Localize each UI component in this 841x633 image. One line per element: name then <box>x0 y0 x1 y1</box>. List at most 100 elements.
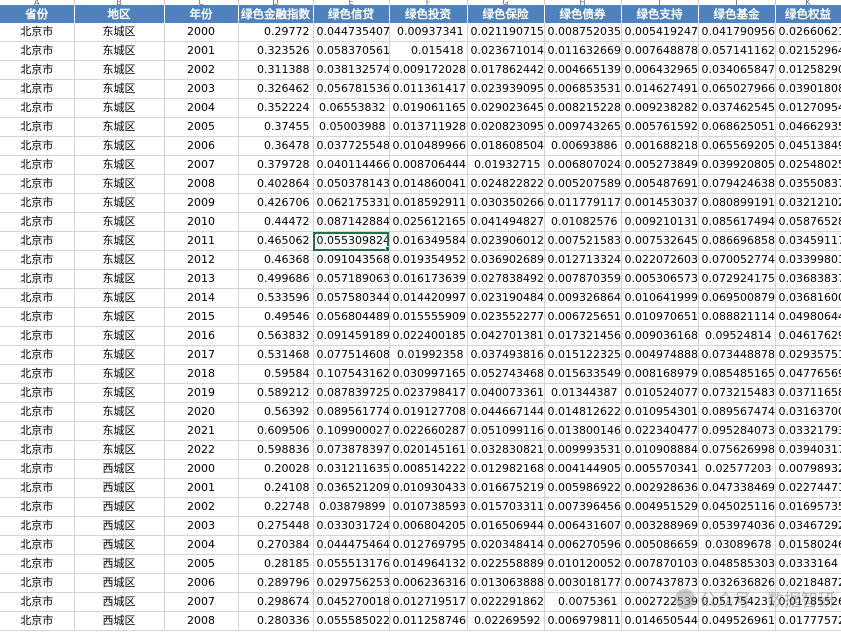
table-cell[interactable]: 0.280336 <box>238 611 314 631</box>
table-cell[interactable]: 0.426706 <box>238 193 314 213</box>
column-header[interactable]: 绿色债券 <box>544 5 622 23</box>
table-cell[interactable]: 2013 <box>164 269 239 289</box>
table-cell[interactable]: 0.04662935 <box>775 117 841 137</box>
table-cell[interactable]: 0.019354952 <box>389 250 468 270</box>
table-cell[interactable]: 0.012709543 <box>775 98 841 118</box>
table-cell[interactable]: 0.007989329 <box>775 459 841 479</box>
table-cell[interactable]: 0.035508373 <box>775 174 841 194</box>
table-cell[interactable]: 0.006270596 <box>544 535 622 555</box>
table-cell[interactable]: 2003 <box>164 79 239 99</box>
table-cell[interactable]: 北京市 <box>0 288 75 308</box>
table-cell[interactable]: 0.041494827 <box>467 212 545 232</box>
table-cell[interactable]: 0.010738593 <box>389 497 468 517</box>
table-cell[interactable]: 0.015122325 <box>544 345 622 365</box>
table-cell[interactable]: 0.005419247 <box>621 23 699 42</box>
table-cell[interactable]: 0.087839725 <box>313 383 390 403</box>
table-cell[interactable]: 0.03901808 <box>775 79 841 99</box>
table-cell[interactable]: 0.085485165 <box>698 364 776 384</box>
table-cell[interactable]: 0.019127708 <box>389 402 468 422</box>
table-cell[interactable]: 0.091459189 <box>313 326 390 346</box>
table-cell[interactable]: 东城区 <box>74 136 165 156</box>
table-cell[interactable]: 0.029357516 <box>775 345 841 365</box>
table-cell[interactable]: 东城区 <box>74 326 165 346</box>
table-cell[interactable]: 北京市 <box>0 535 75 555</box>
table-cell[interactable]: 0.021190715 <box>467 23 545 42</box>
table-cell[interactable]: 0.022400185 <box>389 326 468 346</box>
table-cell[interactable]: 0.016349584 <box>389 231 468 251</box>
table-cell[interactable]: 0.006432965 <box>621 60 699 80</box>
column-header[interactable]: 绿色投资 <box>389 5 468 23</box>
table-cell[interactable]: 0.056781536 <box>313 79 390 99</box>
table-cell[interactable]: 2002 <box>164 60 239 80</box>
table-cell[interactable]: 0.05876528 <box>775 212 841 232</box>
table-cell[interactable]: 0.015555909 <box>389 307 468 327</box>
table-cell[interactable]: 北京市 <box>0 516 75 536</box>
table-cell[interactable]: 0.02269592 <box>467 611 545 631</box>
table-cell[interactable]: 0.015703311 <box>467 497 545 517</box>
table-cell[interactable]: 0.050378143 <box>313 174 390 194</box>
table-cell[interactable]: 0.057580344 <box>313 288 390 308</box>
table-cell[interactable]: 东城区 <box>74 41 165 61</box>
table-cell[interactable]: 0.499686 <box>238 269 314 289</box>
table-cell[interactable]: 2006 <box>164 136 239 156</box>
table-cell[interactable]: 北京市 <box>0 41 75 61</box>
table-cell[interactable]: 0.007532645 <box>621 231 699 251</box>
table-cell[interactable]: 0.107543162 <box>313 364 390 384</box>
table-cell[interactable]: 0.023552277 <box>467 307 545 327</box>
table-cell[interactable]: 0.29772 <box>238 23 314 42</box>
table-cell[interactable]: 北京市 <box>0 402 75 422</box>
table-cell[interactable]: 0.001688218 <box>621 136 699 156</box>
table-cell[interactable]: 0.005761592 <box>621 117 699 137</box>
table-cell[interactable]: 0.033998012 <box>775 250 841 270</box>
table-cell[interactable]: 0.009993531 <box>544 440 622 460</box>
table-cell[interactable]: 0.352224 <box>238 98 314 118</box>
table-cell[interactable]: 0.013800146 <box>544 421 622 441</box>
table-cell[interactable]: 0.01992358 <box>389 345 468 365</box>
table-cell[interactable]: 0.009238282 <box>621 98 699 118</box>
table-cell[interactable]: 0.003288969 <box>621 516 699 536</box>
table-cell[interactable]: 0.563832 <box>238 326 314 346</box>
column-header[interactable]: 绿色支持 <box>621 5 699 23</box>
table-cell[interactable]: 2010 <box>164 212 239 232</box>
table-cell[interactable]: 2022 <box>164 440 239 460</box>
table-cell[interactable]: 0.002928636 <box>621 478 699 498</box>
table-cell[interactable]: 0.014627491 <box>621 79 699 99</box>
table-cell[interactable]: 2018 <box>164 364 239 384</box>
table-cell[interactable]: 0.28185 <box>238 554 314 574</box>
table-cell[interactable]: 0.080899191 <box>698 193 776 213</box>
table-cell[interactable]: 北京市 <box>0 98 75 118</box>
table-cell[interactable]: 0.016506944 <box>467 516 545 536</box>
table-cell[interactable]: 0.079424638 <box>698 174 776 194</box>
table-cell[interactable]: 0.037493816 <box>467 345 545 365</box>
table-cell[interactable]: 0.007870103 <box>621 554 699 574</box>
table-cell[interactable]: 2001 <box>164 478 239 498</box>
table-cell[interactable]: 北京市 <box>0 592 75 612</box>
table-cell[interactable]: 0.013063888 <box>467 573 545 593</box>
table-cell[interactable]: 北京市 <box>0 497 75 517</box>
table-cell[interactable]: 西城区 <box>74 459 165 479</box>
table-cell[interactable]: 0.021529647 <box>775 41 841 61</box>
table-cell[interactable]: 0.56392 <box>238 402 314 422</box>
table-cell[interactable]: 北京市 <box>0 307 75 327</box>
table-cell[interactable]: 0.015418 <box>389 41 468 61</box>
table-cell[interactable]: 0.058370561 <box>313 41 390 61</box>
table-cell[interactable]: 0.017321456 <box>544 326 622 346</box>
table-cell[interactable]: 0.379728 <box>238 155 314 175</box>
column-header[interactable]: 绿色保险 <box>467 5 545 23</box>
table-cell[interactable]: 东城区 <box>74 345 165 365</box>
table-cell[interactable]: 0.041790956 <box>698 23 776 42</box>
table-cell[interactable]: 0.031637002 <box>775 402 841 422</box>
table-cell[interactable]: 东城区 <box>74 212 165 232</box>
table-cell[interactable]: 0.03467292 <box>775 516 841 536</box>
table-cell[interactable]: 0.275448 <box>238 516 314 536</box>
table-cell[interactable]: 0.025480252 <box>775 155 841 175</box>
table-cell[interactable]: 0.010954301 <box>621 402 699 422</box>
table-cell[interactable]: 0.023798417 <box>389 383 468 403</box>
table-cell[interactable]: 0.022558889 <box>467 554 545 574</box>
table-cell[interactable]: 东城区 <box>74 421 165 441</box>
table-cell[interactable]: 0.033031724 <box>313 516 390 536</box>
table-cell[interactable]: 北京市 <box>0 345 75 365</box>
table-cell[interactable]: 0.015802467 <box>775 535 841 555</box>
table-cell[interactable]: 2011 <box>164 231 239 251</box>
table-cell[interactable]: 0.010970651 <box>621 307 699 327</box>
